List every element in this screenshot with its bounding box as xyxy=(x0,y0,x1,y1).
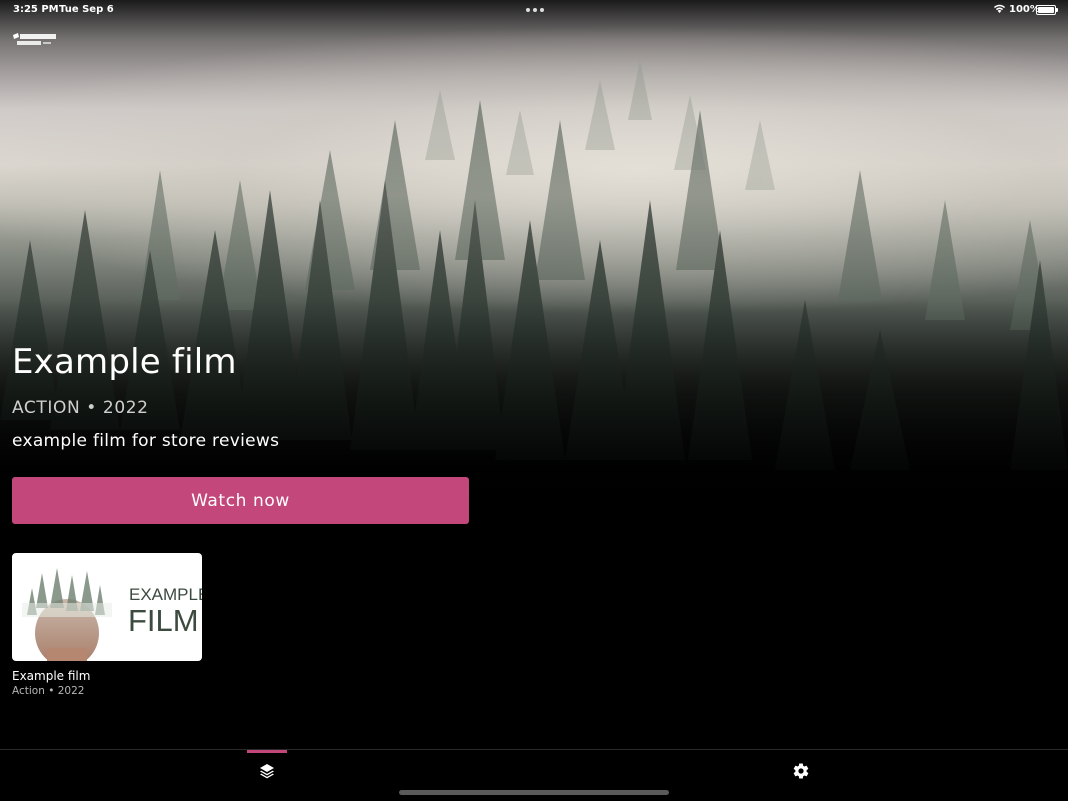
film-poster[interactable]: EXAMPLE FILM xyxy=(12,553,202,661)
layers-icon xyxy=(260,764,274,779)
featured-meta: ACTION • 2022 xyxy=(12,398,149,418)
poster-text-line2: FILM xyxy=(128,603,199,638)
featured-description: example film for store reviews xyxy=(12,431,280,451)
poster-text-line1: EXAMPLE xyxy=(129,585,202,604)
tab-browse[interactable] xyxy=(255,760,279,782)
active-tab-indicator xyxy=(247,750,287,753)
tab-settings[interactable] xyxy=(789,760,813,782)
battery-icon xyxy=(1036,5,1058,15)
status-date: Tue Sep 6 xyxy=(59,4,114,15)
status-bar: 3:25 PM Tue Sep 6 100% xyxy=(0,0,1068,20)
home-indicator[interactable] xyxy=(399,790,669,795)
film-card[interactable]: EXAMPLE FILM Example film Action • 2022 xyxy=(12,553,202,697)
featured-title: Example film xyxy=(12,342,237,382)
hero-gradient-overlay xyxy=(0,0,1068,560)
wifi-icon xyxy=(994,4,1005,13)
film-card-title: Example film xyxy=(12,669,91,683)
multitask-dots-icon[interactable] xyxy=(526,8,544,12)
hero-background xyxy=(0,0,1068,560)
poster-artwork-image: EXAMPLE FILM xyxy=(22,568,202,661)
watch-now-button[interactable]: Watch now xyxy=(12,477,469,524)
status-time: 3:25 PM xyxy=(13,4,59,15)
film-card-meta: Action • 2022 xyxy=(12,685,85,697)
festival-logo-icon[interactable] xyxy=(13,33,59,49)
festival-logo-image xyxy=(13,33,56,45)
gear-icon xyxy=(793,763,809,779)
